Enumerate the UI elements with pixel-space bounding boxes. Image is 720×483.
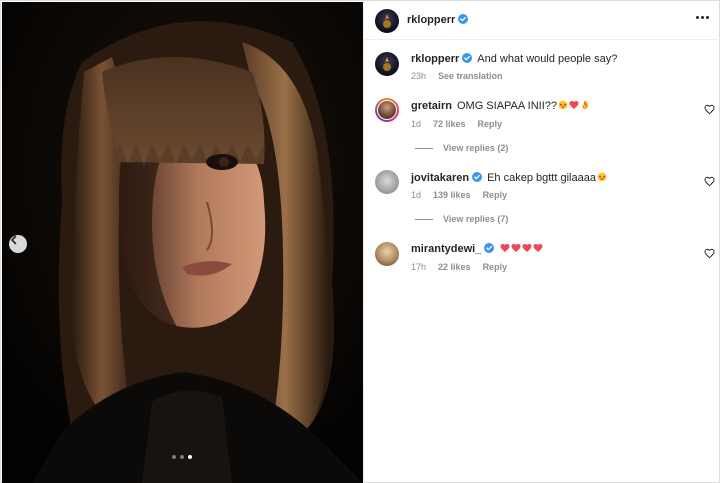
more-options-icon[interactable] — [696, 16, 709, 19]
post-photo[interactable] — [2, 2, 363, 483]
avatar[interactable] — [375, 9, 399, 33]
caption-meta: 23h See translation — [411, 71, 515, 81]
star-struck-emoji — [597, 172, 607, 182]
view-replies-button[interactable]: View replies (2) — [415, 143, 508, 153]
comment-time[interactable]: 17h — [411, 262, 426, 272]
avatar[interactable] — [375, 242, 399, 266]
comment-likes[interactable]: 139 likes — [433, 190, 471, 200]
avatar-image — [383, 57, 391, 71]
view-replies-button[interactable]: View replies (7) — [415, 214, 508, 224]
avatar[interactable] — [375, 52, 399, 76]
chevron-left-icon — [11, 235, 17, 245]
star-struck-emoji — [558, 100, 568, 110]
avatar[interactable] — [375, 98, 399, 122]
avatar-image — [383, 14, 391, 28]
comment: gretairn OMG SIAPAA INII?? — [411, 100, 590, 112]
post-author-username[interactable]: rklopperr — [407, 14, 469, 26]
comment-text: Eh cakep bgttt gilaaaa — [487, 172, 596, 184]
comment-time[interactable]: 1d — [411, 190, 421, 200]
carousel-indicator — [172, 455, 192, 459]
comment-likes[interactable]: 72 likes — [433, 119, 466, 129]
reply-button[interactable]: Reply — [478, 119, 503, 129]
comment-username[interactable]: jovitakaren — [411, 172, 469, 184]
comment-text: OMG SIAPAA INII?? — [456, 100, 558, 112]
see-translation-link[interactable]: See translation — [438, 71, 503, 81]
previous-photo-button[interactable] — [9, 235, 27, 253]
verified-badge-icon — [472, 172, 483, 182]
verified-badge-icon — [462, 53, 473, 63]
caption: rklopperr And what would people say? — [411, 53, 617, 65]
comment: mirantydewi_ — [411, 243, 543, 255]
avatar[interactable] — [375, 170, 399, 194]
red-heart-emoji — [511, 244, 521, 252]
comment-meta: 1d 72 likes Reply — [411, 119, 514, 129]
comment-meta: 1d 139 likes Reply — [411, 190, 519, 200]
caption-time[interactable]: 23h — [411, 71, 426, 81]
red-heart-emoji — [569, 101, 579, 109]
caption-username[interactable]: rklopperr — [411, 53, 459, 65]
comment-username[interactable]: mirantydewi_ — [411, 243, 481, 255]
username-text[interactable]: rklopperr — [407, 14, 455, 26]
portrait-image — [2, 2, 363, 483]
comment-username[interactable]: gretairn — [411, 100, 452, 112]
view-replies-label[interactable]: View replies (2) — [443, 143, 508, 153]
carousel-dot — [172, 455, 176, 459]
verified-badge-icon — [458, 14, 469, 24]
fire-emoji — [582, 100, 588, 110]
post-header: rklopperr — [364, 2, 720, 40]
verified-badge-icon — [484, 243, 495, 253]
comment: jovitakaren Eh cakep bgttt gilaaaa — [411, 172, 607, 184]
divider — [415, 147, 433, 149]
red-heart-emoji — [533, 244, 543, 252]
reply-button[interactable]: Reply — [483, 262, 508, 272]
comment-meta: 17h 22 likes Reply — [411, 262, 519, 272]
like-heart-icon[interactable] — [704, 104, 715, 115]
comment-time[interactable]: 1d — [411, 119, 421, 129]
carousel-dot — [180, 455, 184, 459]
post-dialog: rklopperr rklopperr And what would peopl… — [0, 0, 720, 483]
comment-likes[interactable]: 22 likes — [438, 262, 471, 272]
reply-button[interactable]: Reply — [483, 190, 508, 200]
view-replies-label[interactable]: View replies (7) — [443, 214, 508, 224]
like-heart-icon[interactable] — [704, 248, 715, 259]
red-heart-emoji — [522, 244, 532, 252]
carousel-dot — [188, 455, 192, 459]
post-details-panel: rklopperr rklopperr And what would peopl… — [363, 2, 720, 483]
red-heart-emoji — [500, 244, 510, 252]
like-heart-icon[interactable] — [704, 176, 715, 187]
divider — [415, 218, 433, 220]
caption-text: And what would people say? — [477, 53, 618, 65]
